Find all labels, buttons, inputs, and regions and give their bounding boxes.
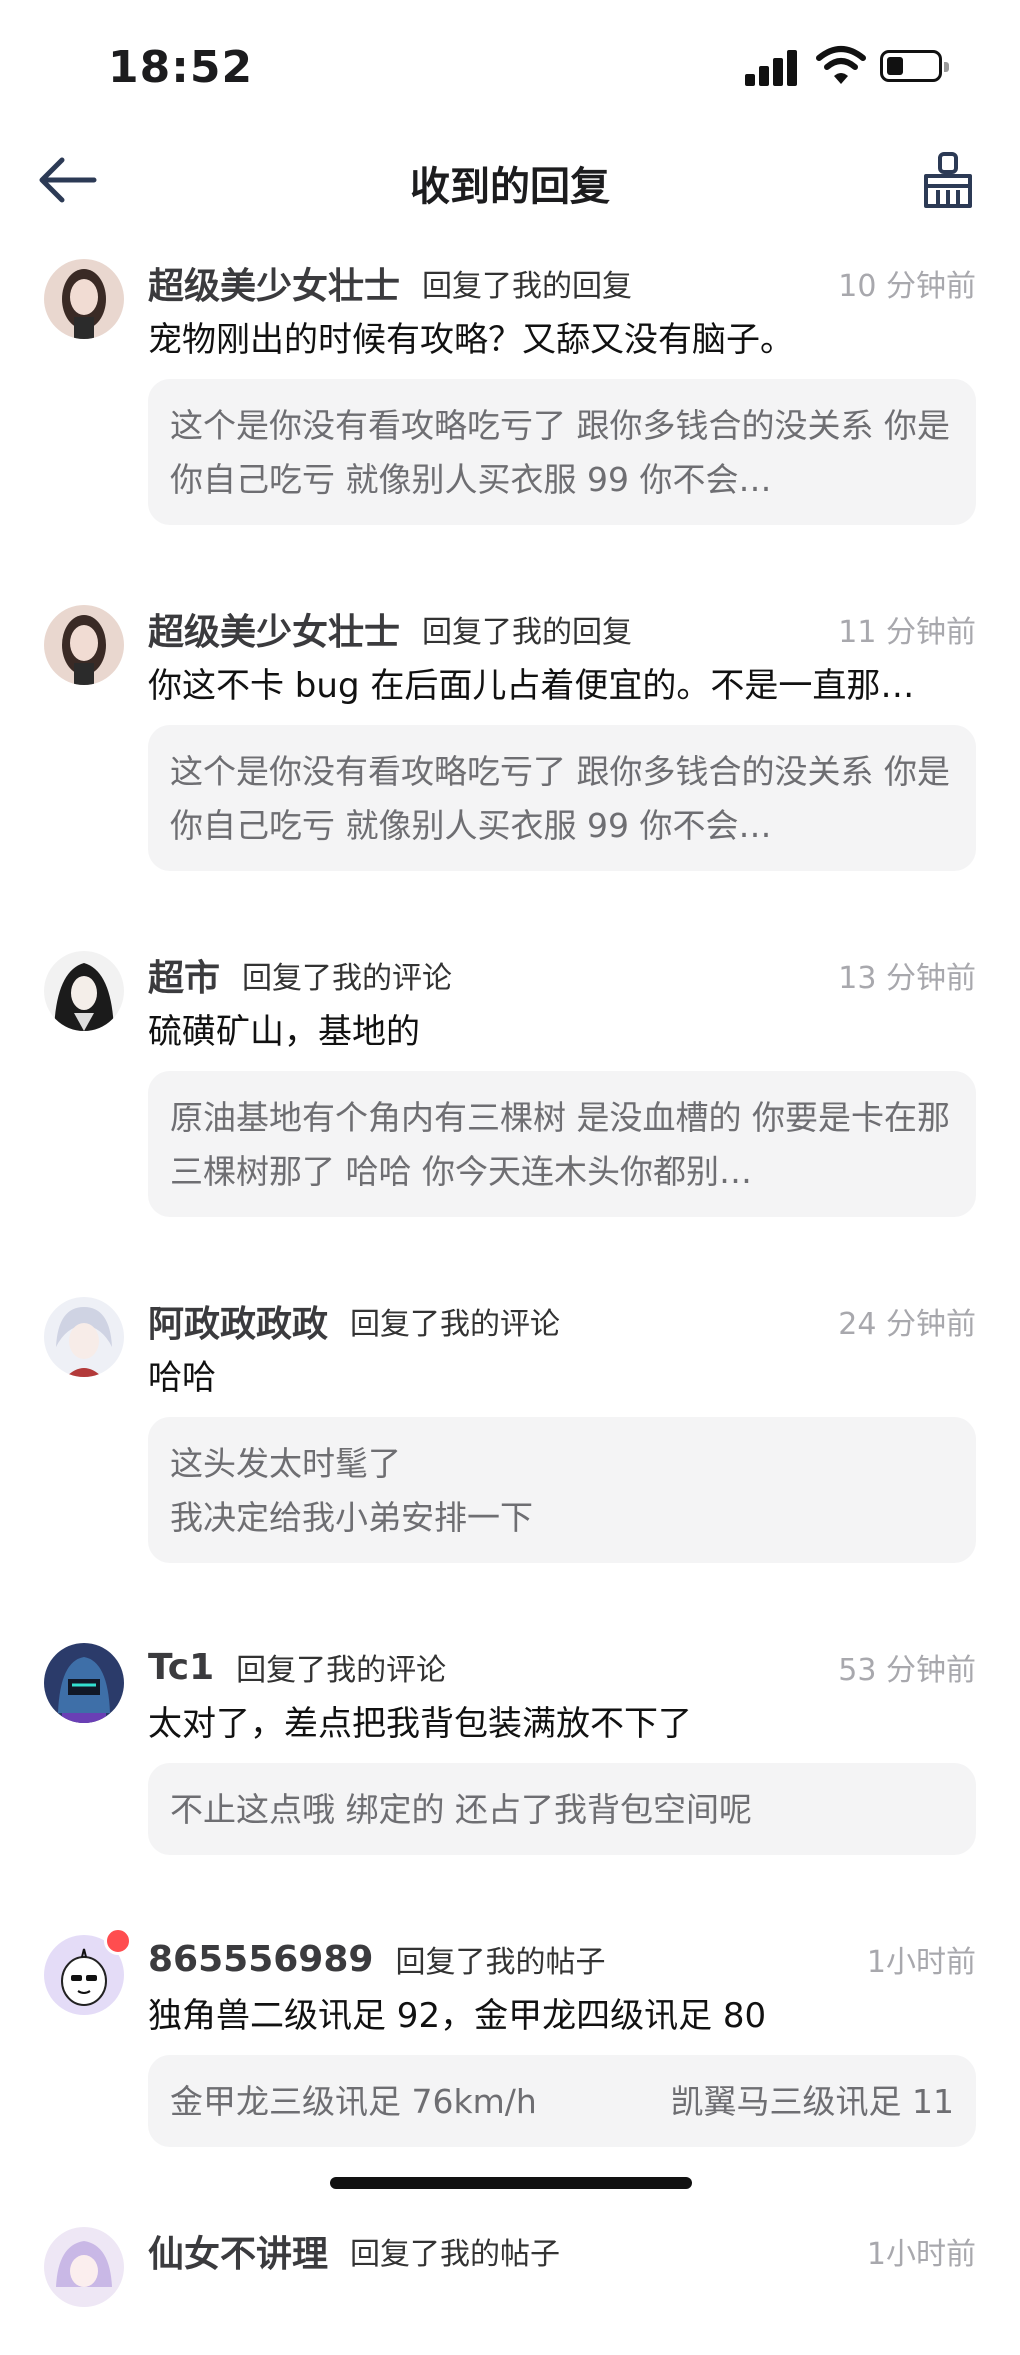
reply-action: 回复了我的回复 [422,269,633,304]
quoted-text: 金甲龙三级讯足 76km/h [170,2082,537,2121]
reply-item[interactable]: Tc1 回复了我的评论 53 分钟前 太对了，差点把我背包装满放不下了 不止这点… [0,1639,1020,1855]
reply-item[interactable]: 超级美少女壮士 回复了我的回复 10 分钟前 宠物刚出的时候有攻略？又舔又没有脑… [0,255,1020,525]
quoted-original[interactable]: 这个是你没有看攻略吃亏了 跟你多钱合的没关系 你是你自己吃亏 就像别人买衣服 9… [148,725,976,871]
timestamp: 53 分钟前 [838,1653,976,1688]
home-indicator[interactable] [330,2177,692,2189]
avatar[interactable] [44,605,124,685]
quoted-line: 这头发太时髦了 [170,1444,401,1483]
timestamp: 11 分钟前 [838,615,976,650]
reply-item[interactable]: 阿政政政政 回复了我的评论 24 分钟前 哈哈 这头发太时髦了 我决定给我小弟安… [0,1293,1020,1563]
quoted-line: 我决定给我小弟安排一下 [170,1498,533,1537]
user-name[interactable]: 865556989 [148,1939,373,1980]
timestamp: 10 分钟前 [838,269,976,304]
timestamp: 1小时前 [866,1945,976,1980]
reply-content: 宠物刚出的时候有攻略？又舔又没有脑子。 [148,320,794,360]
quoted-text: 原油基地有个角内有三棵树 是没血槽的 你要是卡在那三棵树那了 哈哈 你今天连木头… [170,1098,950,1191]
user-name[interactable]: 超级美少女壮士 [148,603,400,655]
reply-content: 硫磺矿山，基地的 [148,1012,420,1052]
quoted-original[interactable]: 金甲龙三级讯足 76km/h 凯翼马三级讯足 11 [148,2055,976,2147]
unread-dot [104,1927,132,1955]
user-name[interactable]: 仙女不讲理 [148,2225,328,2277]
avatar[interactable] [44,259,124,339]
reply-item[interactable]: 865556989 回复了我的帖子 1小时前 独角兽二级讯足 92，金甲龙四级讯… [0,1927,1020,2147]
quoted-text: 不止这点哦 绑定的 还占了我背包空间呢 [170,1790,752,1829]
reply-item[interactable]: 仙女不讲理 回复了我的帖子 1小时前 [0,2223,1020,2307]
avatar[interactable] [44,1297,124,1377]
page-title: 收到的回复 [410,164,610,210]
quoted-text: 这个是你没有看攻略吃亏了 跟你多钱合的没关系 你是你自己吃亏 就像别人买衣服 9… [170,752,950,845]
reply-action: 回复了我的帖子 [395,1945,606,1980]
reply-content: 你这不卡 bug 在后面儿占着便宜的。不是一直那… [148,666,915,706]
reply-action: 回复了我的评论 [242,961,453,996]
user-name[interactable]: 阿政政政政 [148,1295,328,1347]
avatar[interactable] [44,951,124,1031]
reply-action: 回复了我的评论 [350,1307,561,1342]
avatar[interactable] [44,1643,124,1723]
quoted-text: 这个是你没有看攻略吃亏了 跟你多钱合的没关系 你是你自己吃亏 就像别人买衣服 9… [170,406,950,499]
reply-list: 超级美少女壮士 回复了我的回复 10 分钟前 宠物刚出的时候有攻略？又舔又没有脑… [0,255,1020,2355]
battery-icon [880,50,949,82]
user-name[interactable]: 超级美少女壮士 [148,257,400,309]
nav-bar: 收到的回复 [0,140,1020,220]
reply-content: 独角兽二级讯足 92，金甲龙四级讯足 80 [148,1996,767,2036]
timestamp: 1小时前 [866,2237,976,2272]
timestamp: 13 分钟前 [838,961,976,996]
avatar[interactable] [44,2227,124,2307]
reply-action: 回复了我的评论 [236,1653,447,1688]
quoted-original[interactable]: 不止这点哦 绑定的 还占了我背包空间呢 [148,1763,976,1855]
signal-icon [745,48,801,86]
reply-content: 哈哈 [148,1358,216,1398]
quoted-text: 凯翼马三级讯足 11 [670,2082,954,2121]
reply-action: 回复了我的帖子 [350,2237,561,2272]
broom-clear-icon[interactable] [920,150,976,210]
reply-item[interactable]: 超市 回复了我的评论 13 分钟前 硫磺矿山，基地的 原油基地有个角内有三棵树 … [0,947,1020,1217]
reply-action: 回复了我的回复 [422,615,633,650]
quoted-original[interactable]: 这头发太时髦了 我决定给我小弟安排一下 [148,1417,976,1563]
status-bar: 18:52 [0,0,1020,130]
user-name[interactable]: 超市 [148,949,220,1001]
wifi-icon [816,46,866,84]
quoted-original[interactable]: 这个是你没有看攻略吃亏了 跟你多钱合的没关系 你是你自己吃亏 就像别人买衣服 9… [148,379,976,525]
quoted-original[interactable]: 原油基地有个角内有三棵树 是没血槽的 你要是卡在那三棵树那了 哈哈 你今天连木头… [148,1071,976,1217]
status-time: 18:52 [108,42,254,93]
reply-item[interactable]: 超级美少女壮士 回复了我的回复 11 分钟前 你这不卡 bug 在后面儿占着便宜… [0,601,1020,871]
reply-content: 太对了，差点把我背包装满放不下了 [148,1704,692,1744]
timestamp: 24 分钟前 [838,1307,976,1342]
user-name[interactable]: Tc1 [148,1647,214,1688]
